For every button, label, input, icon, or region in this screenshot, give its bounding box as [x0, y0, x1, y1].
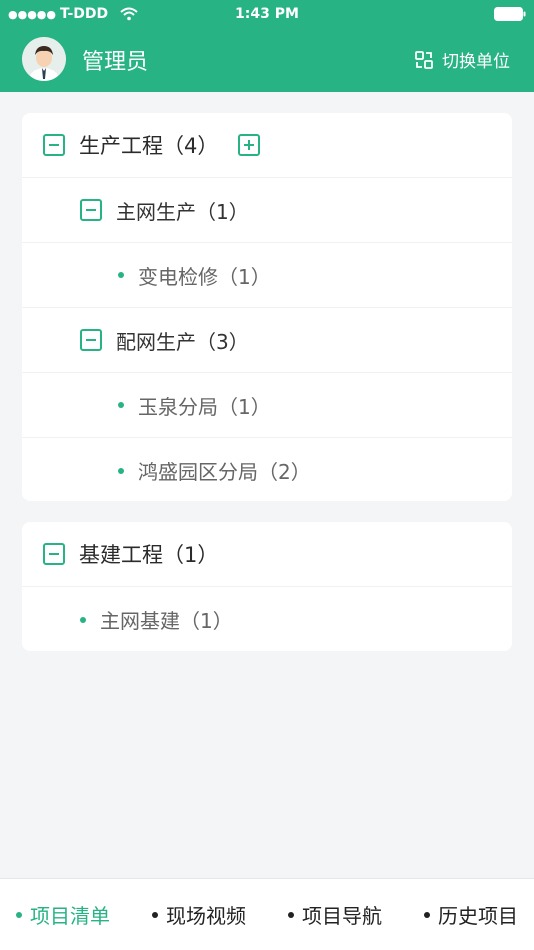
bullet-icon	[118, 272, 124, 278]
collapse-icon[interactable]	[43, 543, 65, 565]
nav-item-site-video[interactable]: 现场视频	[152, 900, 246, 929]
status-bar: ●●●●● T-DDD 1:43 PM	[0, 0, 534, 30]
nav-item-project-navigation[interactable]: 项目导航	[288, 900, 382, 929]
nav-item-label: 项目清单	[30, 904, 110, 928]
switch-unit-label: 切换单位	[442, 52, 510, 72]
switch-icon	[415, 50, 433, 69]
battery-icon	[494, 7, 526, 21]
nav-item-label: 项目导航	[302, 904, 382, 928]
project-group-card: 基建工程（1） 主网基建（1）	[22, 522, 512, 651]
user-avatar-icon	[22, 37, 66, 81]
collapse-icon[interactable]	[43, 134, 65, 156]
tree-node-label: 基建工程（1）	[79, 543, 219, 567]
tree-leaf-label: 鸿盛园区分局（2）	[138, 460, 311, 484]
nav-item-label: 历史项目	[438, 904, 518, 928]
collapse-icon[interactable]	[80, 199, 102, 221]
nav-item-label: 现场视频	[166, 904, 246, 928]
tree-node-main-grid-production[interactable]: 主网生产（1）	[22, 178, 512, 243]
project-group-card: 生产工程（4） 主网生产（1） 变电检修（1） 配网生产（3） 玉泉分局（1） …	[22, 113, 512, 501]
bullet-icon	[152, 911, 158, 918]
tree-leaf-label: 玉泉分局（1）	[138, 394, 271, 419]
tree-leaf-label: 变电检修（1）	[138, 264, 271, 289]
bottom-nav: 项目清单 现场视频 项目导航 历史项目	[0, 878, 534, 950]
tree-node-label: 配网生产（3）	[116, 329, 249, 354]
tree-node-infrastructure[interactable]: 基建工程（1）	[22, 522, 512, 587]
tree-leaf-label: 主网基建（1）	[100, 609, 233, 633]
nav-item-project-list[interactable]: 项目清单	[16, 900, 110, 929]
bullet-icon	[80, 616, 86, 623]
nav-item-history-projects[interactable]: 历史项目	[424, 900, 518, 929]
avatar[interactable]	[22, 37, 66, 81]
tree-node-production[interactable]: 生产工程（4）	[22, 113, 512, 178]
status-time: 1:43 PM	[235, 6, 299, 22]
tree-leaf-substation-maintenance[interactable]: 变电检修（1）	[22, 243, 512, 308]
tree-node-label: 生产工程（4）	[79, 134, 219, 158]
bullet-icon	[288, 911, 294, 918]
tree-leaf-yuquan-branch[interactable]: 玉泉分局（1）	[22, 373, 512, 438]
app-header: ●●●●● T-DDD 1:43 PM 管理员 切换单位	[0, 0, 534, 92]
tree-leaf-hongsheng-branch[interactable]: 鸿盛园区分局（2）	[22, 438, 512, 501]
tree-leaf-main-grid-infrastructure[interactable]: 主网基建（1）	[22, 587, 512, 651]
page-title: 管理员	[82, 50, 149, 75]
tree-node-distribution-production[interactable]: 配网生产（3）	[22, 308, 512, 373]
expand-icon[interactable]	[238, 134, 261, 156]
bullet-icon	[118, 402, 124, 408]
title-bar: 管理员 切换单位	[0, 30, 534, 92]
collapse-icon[interactable]	[80, 329, 102, 351]
bullet-icon	[16, 911, 22, 918]
bullet-icon	[424, 911, 430, 918]
tree-node-label: 主网生产（1）	[116, 199, 249, 224]
bullet-icon	[118, 467, 124, 474]
switch-unit-button[interactable]: 切换单位	[414, 47, 510, 72]
